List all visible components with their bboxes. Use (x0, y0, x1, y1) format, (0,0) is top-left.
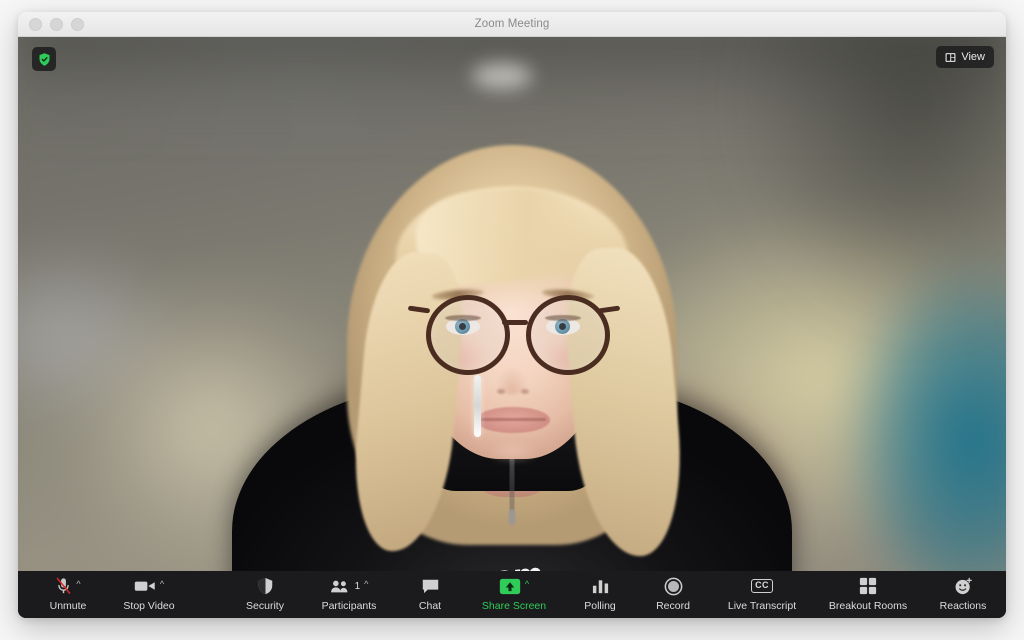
zoom-meeting-window: Zoom Meeting View ^ Unmute ^ Stop Video … (18, 12, 1006, 618)
toolbar-label-stop-video: Stop Video (123, 600, 175, 612)
share-screen-arrow-icon (499, 578, 521, 594)
window-traffic-lights (18, 17, 84, 31)
shield-icon (258, 578, 272, 595)
toolbar-button-polling[interactable]: Polling (576, 571, 624, 612)
toolbar-label-participants: Participants (321, 600, 377, 612)
live-transcript-icon-group: CC (751, 575, 773, 597)
video-camera-icon (134, 581, 155, 591)
eyeglass-temple-right (597, 305, 621, 314)
eyeglass-lens-right (526, 295, 610, 375)
participants-count: 1 (354, 580, 361, 592)
toolbar-button-share-screen[interactable]: ^ Share Screen (474, 571, 554, 612)
participants-chevron-down-icon[interactable]: ^ (364, 579, 368, 589)
eyeglass-lens-left (426, 295, 510, 375)
grid-squares-icon (859, 577, 877, 595)
toolbar-label-live-transcript: Live Transcript (727, 600, 797, 612)
toolbar-label-share-screen: Share Screen (481, 600, 547, 612)
toolbar-button-record[interactable]: Record (648, 571, 698, 612)
participant-eyeglasses (18, 37, 1006, 571)
maximize-window-button[interactable] (71, 17, 84, 31)
toolbar-label-polling: Polling (584, 600, 616, 612)
minimize-window-button[interactable] (50, 17, 63, 31)
record-icon-group (664, 575, 683, 597)
toolbar-button-participants[interactable]: 1 ^ Participants (314, 571, 384, 612)
toolbar-button-chat[interactable]: Chat (410, 571, 450, 612)
participants-icon-group: 1 ^ (330, 575, 368, 597)
microphone-muted-icon (57, 577, 71, 594)
toolbar-button-security[interactable]: Security (238, 571, 292, 612)
shield-check-icon (39, 52, 49, 66)
toolbar-button-live-transcript[interactable]: CC Live Transcript (720, 571, 804, 612)
layout-grid-icon (945, 52, 956, 62)
toolbar-label-reactions: Reactions (939, 600, 987, 612)
stop-video-icon-group: ^ (134, 575, 164, 597)
toolbar-button-reactions[interactable]: Reactions (932, 571, 994, 612)
close-window-button[interactable] (29, 17, 42, 31)
encryption-shield-badge[interactable] (32, 47, 56, 71)
toolbar-label-security: Security (246, 600, 284, 612)
bar-chart-icon (592, 579, 608, 593)
view-layout-button[interactable]: View (936, 46, 994, 68)
record-circle-icon (664, 577, 682, 595)
video-feed[interactable]: zoom View (18, 37, 1006, 571)
people-icon (330, 580, 347, 592)
window-title: Zoom Meeting (474, 18, 550, 30)
chat-icon-group (421, 575, 440, 597)
cc-icon: CC (751, 579, 773, 593)
security-icon-group (257, 575, 274, 597)
toolbar-button-stop-video[interactable]: ^ Stop Video (118, 571, 180, 612)
smiley-plus-icon (955, 577, 972, 594)
eyeglass-temple-left (407, 305, 431, 314)
toolbar-label-breakout-rooms: Breakout Rooms (828, 600, 908, 612)
toolbar-button-unmute[interactable]: ^ Unmute (40, 571, 96, 612)
unmute-icon-group: ^ (55, 575, 81, 597)
window-titlebar: Zoom Meeting (18, 12, 1006, 37)
toolbar-label-record: Record (656, 600, 690, 612)
unmute-chevron-down-icon[interactable]: ^ (76, 579, 80, 589)
toolbar-button-breakout-rooms[interactable]: Breakout Rooms (822, 571, 914, 612)
toolbar-items: ^ Unmute ^ Stop Video Security 1 ^ Parti… (18, 571, 1006, 618)
participant-video-person: zoom (18, 37, 1006, 571)
meeting-stage: zoom View (18, 37, 1006, 618)
meeting-toolbar: ^ Unmute ^ Stop Video Security 1 ^ Parti… (18, 571, 1006, 618)
breakout-rooms-icon-group (859, 575, 877, 597)
chat-bubble-icon (422, 579, 438, 593)
share-screen-chevron-down-icon[interactable]: ^ (525, 579, 529, 589)
toolbar-label-unmute: Unmute (49, 600, 87, 612)
view-button-label: View (961, 51, 985, 63)
zoom-meeting-app: Zoom Meeting View ^ Unmute ^ Stop Video … (0, 0, 1024, 640)
eyeglass-bridge (502, 320, 528, 325)
share-screen-icon-group: ^ (499, 575, 529, 597)
toolbar-label-chat: Chat (418, 600, 442, 612)
stop-video-chevron-down-icon[interactable]: ^ (160, 579, 164, 589)
polling-icon-group (591, 575, 610, 597)
reactions-icon-group (954, 575, 973, 597)
